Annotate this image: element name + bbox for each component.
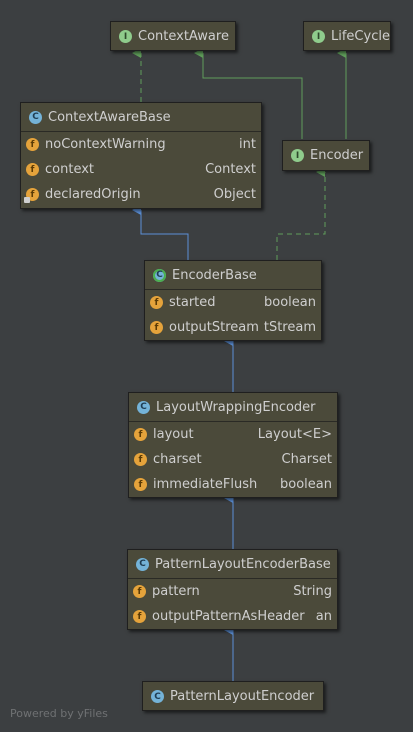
field-type: Layout<E>: [257, 427, 332, 442]
field-name: charset: [153, 452, 202, 467]
field-list: f pattern String f outputPatternAsHeader…: [128, 579, 337, 631]
field-type: int: [239, 137, 256, 152]
node-lifecycle[interactable]: I LifeCycle: [303, 21, 391, 51]
field-icon: f: [150, 321, 163, 334]
edge-encoderbase-encoder: [276, 167, 326, 260]
field-row[interactable]: f charset Charset: [129, 447, 337, 472]
class-icon: C: [151, 690, 164, 703]
node-header: C PatternLayoutEncoderBase: [128, 550, 337, 579]
field-icon: f: [150, 296, 163, 309]
field-row[interactable]: f noContextWarning int: [21, 132, 261, 157]
interface-icon: I: [312, 30, 325, 43]
node-header: I ContextAware: [111, 22, 235, 51]
field-name: immediateFlush: [153, 477, 258, 492]
field-row[interactable]: f layout Layout<E>: [129, 422, 337, 447]
class-name: ContextAwareBase: [48, 109, 171, 125]
field-icon: f: [133, 610, 146, 623]
field-list: f layout Layout<E> f charset Charset f i…: [129, 422, 337, 499]
class-name: PatternLayoutEncoderBase: [155, 556, 331, 572]
powered-by-label: Powered by yFiles: [10, 707, 108, 720]
node-patternlayoutencoder[interactable]: C PatternLayoutEncoder: [142, 681, 324, 711]
node-contextaware[interactable]: I ContextAware: [110, 21, 236, 51]
edge-encoderbase-contextawarebase: [132, 205, 189, 260]
field-type: Context: [205, 162, 256, 177]
abstract-class-icon: C: [153, 268, 166, 282]
class-icon: C: [137, 400, 150, 414]
class-name: PatternLayoutEncoder: [170, 689, 315, 704]
interface-icon: I: [119, 30, 132, 43]
field-type: String: [293, 584, 332, 599]
field-row[interactable]: f started boolean: [145, 290, 321, 315]
field-name: noContextWarning: [45, 137, 166, 152]
class-icon: C: [136, 557, 149, 571]
field-type: tStream: [263, 320, 316, 335]
field-type: boolean: [264, 295, 316, 310]
field-name: pattern: [152, 584, 200, 599]
field-icon: f: [26, 138, 39, 151]
class-name: LayoutWrappingEncoder: [156, 399, 316, 415]
interface-icon: I: [291, 149, 304, 162]
field-row[interactable]: f outputStream tStream: [145, 315, 321, 340]
node-patternlayoutencoderbase[interactable]: C PatternLayoutEncoderBase f pattern Str…: [127, 549, 338, 630]
field-icon: f: [134, 428, 147, 441]
field-type: Charset: [281, 452, 333, 467]
field-icon: f: [134, 453, 147, 466]
class-name: Encoder: [310, 148, 364, 163]
node-layoutwrappingencoder[interactable]: C LayoutWrappingEncoder f layout Layout<…: [128, 392, 338, 498]
node-header: C LayoutWrappingEncoder: [129, 393, 337, 422]
field-icon: f: [134, 478, 147, 491]
protected-field-icon: f: [24, 188, 39, 203]
node-header: C ContextAwareBase: [21, 103, 261, 132]
field-row[interactable]: f outputPatternAsHeader an: [128, 604, 337, 629]
field-type: boolean: [280, 477, 332, 492]
field-name: layout: [153, 427, 194, 442]
field-type: Object: [213, 187, 256, 202]
field-row[interactable]: f immediateFlush boolean: [129, 472, 337, 497]
node-encoderbase[interactable]: C EncoderBase f started boolean f output…: [144, 260, 322, 341]
node-header: C PatternLayoutEncoder: [143, 682, 323, 711]
field-list: f started boolean f outputStream tStream: [145, 290, 321, 342]
field-name: outputPatternAsHeader: [152, 609, 305, 624]
class-name: EncoderBase: [172, 267, 257, 283]
class-name: LifeCycle: [331, 29, 390, 44]
node-contextawarebase[interactable]: C ContextAwareBase f noContextWarning in…: [20, 102, 262, 209]
field-name: declaredOrigin: [45, 187, 141, 202]
field-row[interactable]: f declaredOrigin Object: [21, 182, 261, 207]
field-name: context: [45, 162, 94, 177]
class-name: ContextAware: [138, 29, 229, 44]
node-header: I LifeCycle: [304, 22, 390, 51]
node-encoder[interactable]: I Encoder: [282, 140, 370, 171]
field-name: started: [169, 295, 216, 310]
node-header: C EncoderBase: [145, 261, 321, 290]
uml-class-diagram: I ContextAware I LifeCycle C ContextAwar…: [0, 0, 413, 732]
field-list: f noContextWarning int f context Context…: [21, 132, 261, 209]
field-type: an: [315, 609, 332, 624]
field-row[interactable]: f pattern String: [128, 579, 337, 604]
field-name: outputStream: [169, 320, 259, 335]
class-icon: C: [29, 110, 42, 124]
field-row[interactable]: f context Context: [21, 157, 261, 182]
field-icon: f: [26, 163, 39, 176]
field-icon: f: [133, 585, 146, 598]
node-header: I Encoder: [283, 141, 369, 170]
